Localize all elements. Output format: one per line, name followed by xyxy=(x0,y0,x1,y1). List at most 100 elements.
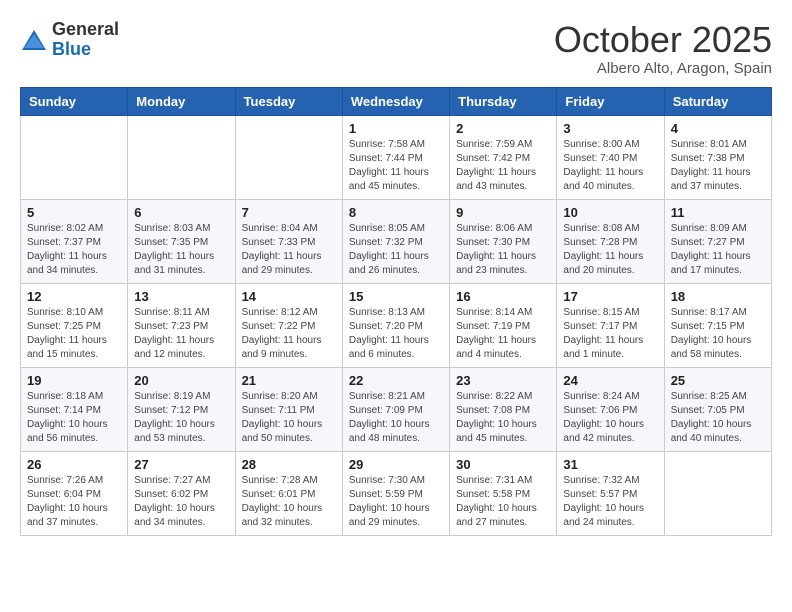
day-info: Sunrise: 8:04 AM Sunset: 7:33 PM Dayligh… xyxy=(242,222,336,278)
calendar-cell: 27Sunrise: 7:27 AM Sunset: 6:02 PM Dayli… xyxy=(128,451,235,535)
day-info: Sunrise: 8:11 AM Sunset: 7:23 PM Dayligh… xyxy=(134,306,228,362)
day-info: Sunrise: 8:01 AM Sunset: 7:38 PM Dayligh… xyxy=(671,138,765,194)
day-number: 28 xyxy=(242,457,336,472)
calendar-cell: 29 Sunrise: 7:30 AM Sunset: 5:59 PM Dayli… xyxy=(342,451,449,535)
calendar-week-row: 5 Sunrise: 8:02 AM Sunset: 7:37 PM Daylig… xyxy=(21,199,772,283)
day-info: Sunrise: 7:58 AM Sunset: 7:44 PM Dayligh… xyxy=(349,138,443,194)
day-number: 26 xyxy=(27,457,121,472)
day-number: 10 xyxy=(563,205,657,220)
day-number: 1 xyxy=(349,121,443,136)
weekday-header-thursday: Thursday xyxy=(450,87,557,115)
day-number: 21 xyxy=(242,373,336,388)
calendar-cell: 16 Sunrise: 8:14 AM Sunset: 7:19 PM Dayli… xyxy=(450,283,557,367)
day-info: Sunrise: 8:19 AM Sunset: 7:12 PM Dayligh… xyxy=(134,390,228,446)
day-number: 2 xyxy=(456,121,550,136)
day-info: Sunrise: 7:30 AM Sunset: 5:59 PM Dayligh… xyxy=(349,474,443,530)
day-number: 6 xyxy=(134,205,228,220)
day-number: 31 xyxy=(563,457,657,472)
calendar-cell: 12 Sunrise: 8:10 AM Sunset: 7:25 PM Dayli… xyxy=(21,283,128,367)
day-info: Sunrise: 7:32 AM Sunset: 5:57 PM Dayligh… xyxy=(563,474,657,530)
weekday-header-monday: Monday xyxy=(128,87,235,115)
day-number: 13 xyxy=(134,289,228,304)
weekday-header-friday: Friday xyxy=(557,87,664,115)
weekday-header-wednesday: Wednesday xyxy=(342,87,449,115)
calendar-cell: 13 Sunrise: 8:11 AM Sunset: 7:23 PM Dayli… xyxy=(128,283,235,367)
day-number: 20 xyxy=(134,373,228,388)
calendar-cell xyxy=(664,451,771,535)
day-info: Sunrise: 8:14 AM Sunset: 7:19 PM Dayligh… xyxy=(456,306,550,362)
calendar-week-row: 12 Sunrise: 8:10 AM Sunset: 7:25 PM Dayli… xyxy=(21,283,772,367)
day-info: Sunrise: 8:02 AM Sunset: 7:37 PM Dayligh… xyxy=(27,222,121,278)
day-info: Sunrise: 8:08 AM Sunset: 7:28 PM Dayligh… xyxy=(563,222,657,278)
calendar-cell: 3 Sunrise: 8:00 AM Sunset: 7:40 PM Daylig… xyxy=(557,115,664,199)
day-number: 19 xyxy=(27,373,121,388)
calendar-cell: 7 Sunrise: 8:04 AM Sunset: 7:33 PM Daylig… xyxy=(235,199,342,283)
day-info: Sunrise: 8:10 AM Sunset: 7:25 PM Dayligh… xyxy=(27,306,121,362)
day-info: Sunrise: 8:12 AM Sunset: 7:22 PM Dayligh… xyxy=(242,306,336,362)
day-number: 7 xyxy=(242,205,336,220)
day-info: Sunrise: 8:05 AM Sunset: 7:32 PM Dayligh… xyxy=(349,222,443,278)
day-number: 16 xyxy=(456,289,550,304)
calendar-cell: 21Sunrise: 8:20 AM Sunset: 7:11 PM Dayli… xyxy=(235,367,342,451)
day-number: 23 xyxy=(456,373,550,388)
calendar-cell: 22 Sunrise: 8:21 AM Sunset: 7:09 PM Dayli… xyxy=(342,367,449,451)
day-number: 9 xyxy=(456,205,550,220)
calendar-cell: 19Sunrise: 8:18 AM Sunset: 7:14 PM Dayli… xyxy=(21,367,128,451)
day-info: Sunrise: 8:24 AM Sunset: 7:06 PM Dayligh… xyxy=(563,390,657,446)
day-number: 3 xyxy=(563,121,657,136)
day-number: 18 xyxy=(671,289,765,304)
day-info: Sunrise: 8:17 AM Sunset: 7:15 PM Dayligh… xyxy=(671,306,765,362)
calendar-cell: 15 Sunrise: 8:13 AM Sunset: 7:20 PM Dayli… xyxy=(342,283,449,367)
day-info: Sunrise: 8:03 AM Sunset: 7:35 PM Dayligh… xyxy=(134,222,228,278)
calendar-cell: 31 Sunrise: 7:32 AM Sunset: 5:57 PM Dayli… xyxy=(557,451,664,535)
logo-icon xyxy=(20,28,48,52)
logo-line1: General xyxy=(52,20,119,40)
calendar-week-row: 19Sunrise: 8:18 AM Sunset: 7:14 PM Dayli… xyxy=(21,367,772,451)
day-number: 5 xyxy=(27,205,121,220)
day-info: Sunrise: 8:21 AM Sunset: 7:09 PM Dayligh… xyxy=(349,390,443,446)
calendar-cell: 4 Sunrise: 8:01 AM Sunset: 7:38 PM Daylig… xyxy=(664,115,771,199)
calendar-cell xyxy=(21,115,128,199)
day-info: Sunrise: 8:13 AM Sunset: 7:20 PM Dayligh… xyxy=(349,306,443,362)
day-number: 8 xyxy=(349,205,443,220)
calendar-cell: 23 Sunrise: 8:22 AM Sunset: 7:08 PM Dayli… xyxy=(450,367,557,451)
weekday-header-row: SundayMondayTuesdayWednesdayThursdayFrid… xyxy=(21,87,772,115)
weekday-header-tuesday: Tuesday xyxy=(235,87,342,115)
page-header: General Blue October 2025 Albero Alto, A… xyxy=(20,20,772,77)
calendar-cell: 18 Sunrise: 8:17 AM Sunset: 7:15 PM Dayli… xyxy=(664,283,771,367)
day-info: Sunrise: 8:00 AM Sunset: 7:40 PM Dayligh… xyxy=(563,138,657,194)
day-number: 12 xyxy=(27,289,121,304)
calendar-cell: 14Sunrise: 8:12 AM Sunset: 7:22 PM Dayli… xyxy=(235,283,342,367)
day-number: 24 xyxy=(563,373,657,388)
calendar-cell: 17Sunrise: 8:15 AM Sunset: 7:17 PM Dayli… xyxy=(557,283,664,367)
calendar-cell: 6 Sunrise: 8:03 AM Sunset: 7:35 PM Daylig… xyxy=(128,199,235,283)
title-block: October 2025 Albero Alto, Aragon, Spain xyxy=(554,20,772,77)
day-number: 11 xyxy=(671,205,765,220)
day-info: Sunrise: 7:27 AM Sunset: 6:02 PM Dayligh… xyxy=(134,474,228,530)
day-number: 29 xyxy=(349,457,443,472)
day-number: 25 xyxy=(671,373,765,388)
calendar-cell xyxy=(235,115,342,199)
logo-line2: Blue xyxy=(52,40,119,60)
weekday-header-sunday: Sunday xyxy=(21,87,128,115)
day-number: 30 xyxy=(456,457,550,472)
day-number: 15 xyxy=(349,289,443,304)
day-info: Sunrise: 8:06 AM Sunset: 7:30 PM Dayligh… xyxy=(456,222,550,278)
day-info: Sunrise: 8:22 AM Sunset: 7:08 PM Dayligh… xyxy=(456,390,550,446)
calendar-cell: 25Sunrise: 8:25 AM Sunset: 7:05 PM Dayli… xyxy=(664,367,771,451)
calendar-cell: 20 Sunrise: 8:19 AM Sunset: 7:12 PM Dayli… xyxy=(128,367,235,451)
weekday-header-saturday: Saturday xyxy=(664,87,771,115)
calendar-cell xyxy=(128,115,235,199)
day-info: Sunrise: 8:15 AM Sunset: 7:17 PM Dayligh… xyxy=(563,306,657,362)
calendar-week-row: 26Sunrise: 7:26 AM Sunset: 6:04 PM Dayli… xyxy=(21,451,772,535)
day-number: 22 xyxy=(349,373,443,388)
day-info: Sunrise: 7:31 AM Sunset: 5:58 PM Dayligh… xyxy=(456,474,550,530)
calendar-cell: 28 Sunrise: 7:28 AM Sunset: 6:01 PM Dayli… xyxy=(235,451,342,535)
calendar-cell: 26Sunrise: 7:26 AM Sunset: 6:04 PM Dayli… xyxy=(21,451,128,535)
day-number: 4 xyxy=(671,121,765,136)
day-info: Sunrise: 7:28 AM Sunset: 6:01 PM Dayligh… xyxy=(242,474,336,530)
calendar-cell: 30 Sunrise: 7:31 AM Sunset: 5:58 PM Dayli… xyxy=(450,451,557,535)
calendar-cell: 10 Sunrise: 8:08 AM Sunset: 7:28 PM Dayli… xyxy=(557,199,664,283)
calendar-cell: 5 Sunrise: 8:02 AM Sunset: 7:37 PM Daylig… xyxy=(21,199,128,283)
day-info: Sunrise: 8:09 AM Sunset: 7:27 PM Dayligh… xyxy=(671,222,765,278)
